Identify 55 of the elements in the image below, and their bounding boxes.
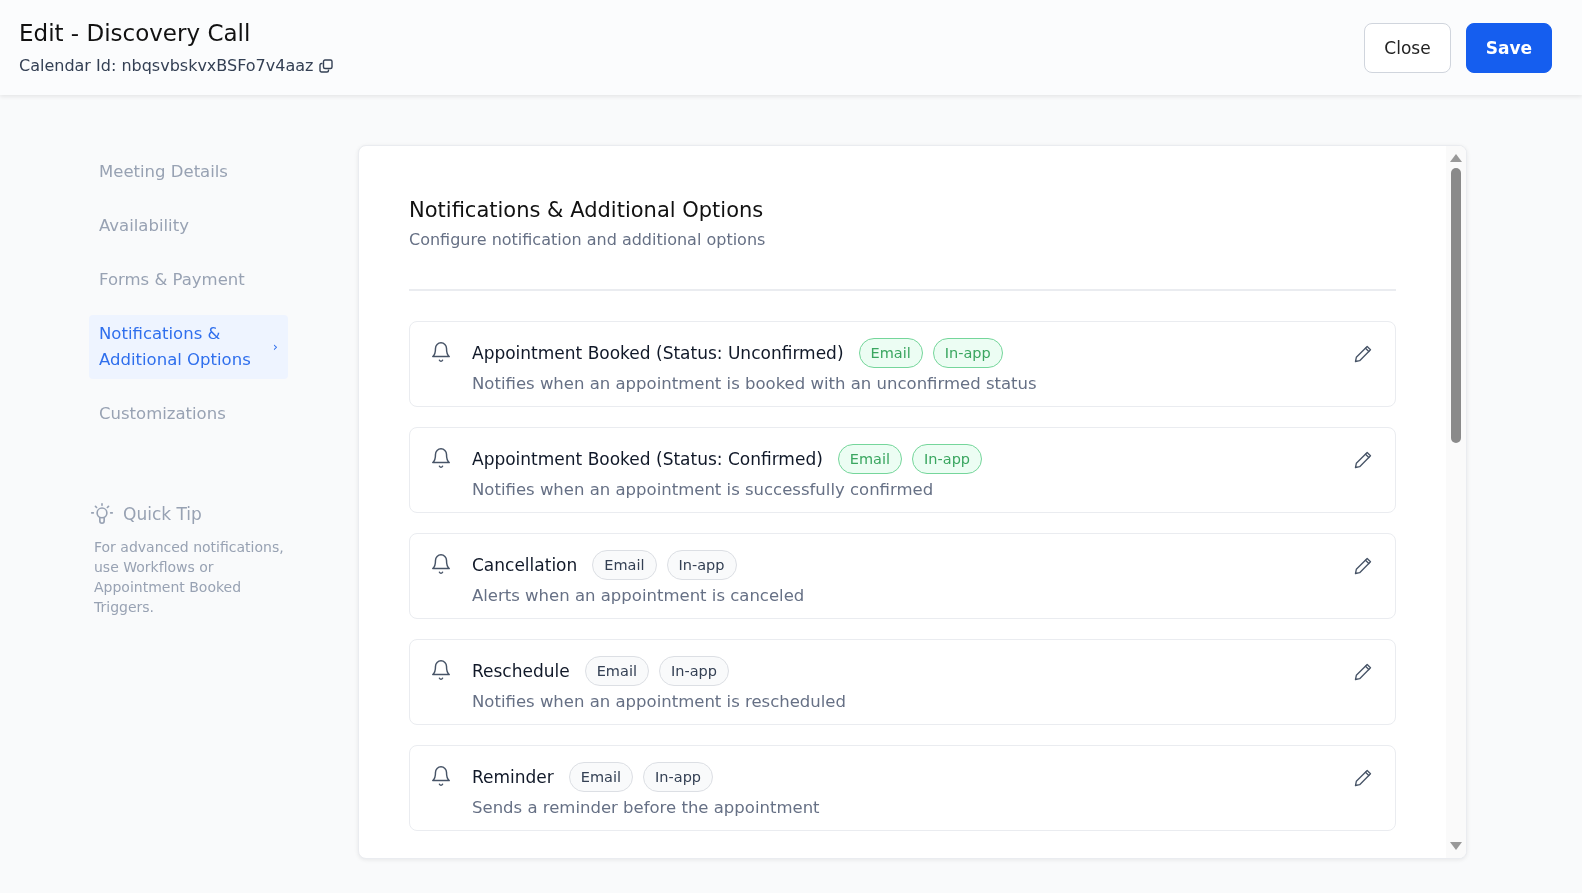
- channel-tag: In-app: [912, 444, 983, 474]
- lightbulb-icon: [89, 501, 115, 527]
- bell-icon: [430, 340, 452, 364]
- sidebar-item-label: Customizations: [99, 403, 226, 425]
- calendar-id: Calendar Id: nbqsvbskvxBSFo7v4aaz: [19, 56, 314, 75]
- notification-title: Appointment Booked (Status: Confirmed): [472, 449, 823, 469]
- bell-icon: [430, 552, 452, 576]
- channel-tag: Email: [858, 338, 923, 368]
- notification-title: Cancellation: [472, 555, 578, 575]
- save-button[interactable]: Save: [1465, 22, 1552, 73]
- notification-title: Appointment Booked (Status: Unconfirmed): [472, 343, 844, 363]
- channel-tag: In-app: [643, 762, 714, 792]
- edit-icon[interactable]: [1353, 556, 1373, 576]
- scroll-down-icon[interactable]: [1450, 842, 1462, 850]
- copy-icon[interactable]: [319, 58, 334, 73]
- bell-icon: [430, 658, 452, 682]
- channel-tag: In-app: [658, 656, 729, 686]
- bell-icon: [430, 764, 452, 788]
- section-title: Notifications & Additional Options: [409, 198, 765, 222]
- sidebar-item-label: Availability: [99, 215, 189, 237]
- channel-tag: Email: [584, 656, 649, 686]
- edit-icon[interactable]: [1353, 768, 1373, 788]
- notification-description: Notifies when an appointment is rescheduled: [472, 692, 847, 711]
- sidebar-item[interactable]: Forms & Payment: [89, 253, 288, 307]
- sidebar-item[interactable]: Meeting Details: [89, 145, 288, 199]
- sidebar-item-label: Notifications & Additional Options: [99, 323, 252, 371]
- notification-title: Reminder: [472, 767, 554, 787]
- scrollbar[interactable]: [1446, 146, 1466, 858]
- notification-description: Notifies when an appointment is successfully confirmed: [472, 480, 935, 499]
- sidebar-item-label: Forms & Payment: [99, 269, 245, 291]
- section-subtitle: Configure notification and additional options: [409, 230, 767, 249]
- edit-icon[interactable]: [1353, 450, 1373, 470]
- bell-icon: [430, 446, 452, 470]
- channel-tag: Email: [837, 444, 903, 474]
- notification-title: Reschedule: [472, 661, 570, 681]
- channel-tag: Email: [568, 762, 634, 792]
- edit-icon[interactable]: [1353, 344, 1373, 364]
- edit-icon[interactable]: [1353, 662, 1373, 682]
- notification-description: Alerts when an appointment is canceled: [472, 586, 806, 605]
- page-title: Edit - Discovery Call: [19, 20, 252, 46]
- channel-tag: In-app: [932, 338, 1003, 368]
- channel-tag: Email: [592, 550, 657, 580]
- sidebar-item[interactable]: Availability: [89, 199, 288, 253]
- sidebar-item[interactable]: Customizations: [89, 387, 288, 441]
- notification-description: Sends a reminder before the appointment: [472, 798, 821, 817]
- quick-tip-title: Quick Tip: [123, 504, 202, 524]
- scrollbar-thumb[interactable]: [1451, 168, 1461, 443]
- channel-tag: In-app: [666, 550, 737, 580]
- sidebar-item[interactable]: Notifications & Additional Options ›: [89, 315, 288, 379]
- notification-description: Notifies when an appointment is booked with an unconfirmed status: [472, 374, 1038, 393]
- close-button[interactable]: Close: [1364, 22, 1451, 73]
- chevron-icon: ›: [272, 334, 278, 360]
- quick-tip-text: For advanced notifications, use Workflows or Appointment Booked Triggers.: [93, 538, 285, 617]
- sidebar-item-label: Meeting Details: [99, 161, 228, 183]
- scroll-up-icon[interactable]: [1450, 154, 1462, 162]
